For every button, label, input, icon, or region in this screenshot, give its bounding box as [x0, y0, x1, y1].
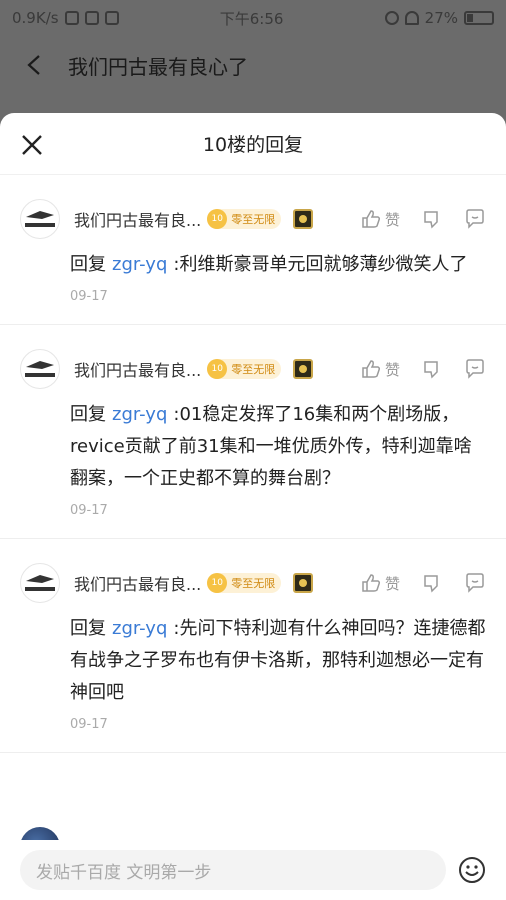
- reply-header: 我们円古最有良... 10 零至无限 赞: [20, 349, 486, 389]
- reply-actions: 赞: [361, 209, 486, 230]
- reply-input-bar: 发贴千百度 文明第一步: [0, 840, 506, 900]
- reply-date: 09-17: [70, 503, 108, 518]
- badge-level: 10: [207, 359, 228, 379]
- comment-icon[interactable]: [464, 209, 486, 229]
- reply-to-user[interactable]: zgr-yq: [112, 404, 167, 425]
- reply-prefix: 回复: [70, 404, 106, 425]
- medal-icon: [293, 359, 314, 379]
- like-label: 赞: [384, 210, 400, 229]
- medal-icon: [293, 209, 314, 229]
- badge-level: 10: [207, 573, 228, 593]
- tsuburaya-logo-icon: [25, 211, 55, 227]
- app-icon: [104, 11, 119, 25]
- level-badge: 10 零至无限: [207, 359, 282, 379]
- status-left: 0.9K/s: [12, 9, 119, 27]
- like-button[interactable]: 赞: [361, 573, 400, 594]
- badge-text: 零至无限: [231, 213, 276, 226]
- background-page-header: 我们円古最有良心了: [0, 36, 506, 94]
- reply-actions: 赞: [361, 359, 486, 380]
- reply-date: 09-17: [70, 717, 108, 732]
- badge-text: 零至无限: [231, 577, 276, 590]
- like-button[interactable]: 赞: [361, 359, 400, 380]
- level-badge: 10 零至无限: [207, 209, 282, 229]
- tsuburaya-logo-icon: [25, 575, 55, 591]
- reply-prefix: 回复: [70, 254, 106, 275]
- reply-actions: 赞: [361, 573, 486, 594]
- thumbs-up-icon: [362, 574, 381, 592]
- reply-item: 我们円古最有良... 10 零至无限 赞: [0, 325, 506, 539]
- reply-prefix: 回复: [70, 618, 106, 639]
- avatar[interactable]: [20, 199, 60, 239]
- status-right: 27%: [384, 9, 494, 27]
- app-icon: [84, 11, 99, 25]
- alarm-icon: [384, 11, 399, 25]
- reply-header: 我们円古最有良... 10 零至无限 赞: [20, 199, 486, 239]
- like-button[interactable]: 赞: [361, 209, 400, 230]
- avatar[interactable]: [20, 349, 60, 389]
- emoji-icon[interactable]: [458, 856, 486, 884]
- wifi-icon: [404, 11, 419, 25]
- dislike-icon[interactable]: [422, 209, 442, 229]
- tsuburaya-logo-icon: [25, 361, 55, 377]
- username[interactable]: 我们円古最有良...: [74, 357, 201, 381]
- reply-content: 回复 zgr-yq :利维斯豪哥单元回就够薄纱微笑人了: [70, 249, 486, 281]
- dislike-icon[interactable]: [422, 573, 442, 593]
- close-icon[interactable]: [18, 131, 46, 159]
- username[interactable]: 我们円古最有良...: [74, 207, 201, 231]
- medal-icon: [293, 573, 314, 593]
- sheet-header: 10楼的回复: [0, 113, 506, 175]
- notification-icon: [64, 11, 79, 25]
- reply-input-placeholder: 发贴千百度 文明第一步: [36, 862, 212, 883]
- reply-content: 回复 zgr-yq:先问下特利迦有什么神回吗？连捷德都有战争之子罗布也有伊卡洛斯，…: [70, 613, 486, 709]
- comment-icon[interactable]: [464, 359, 486, 379]
- reply-text: :利维斯豪哥单元回就够薄纱微笑人了: [173, 254, 468, 275]
- sheet-title: 10楼的回复: [202, 134, 304, 156]
- reply-content: 回复 zgr-yq:01稳定发挥了16集和两个剧场版，revice贡献了前31集和…: [70, 399, 486, 495]
- reply-date: 09-17: [70, 289, 108, 304]
- username[interactable]: 我们円古最有良...: [74, 571, 201, 595]
- status-bar: 0.9K/s 下午6:56 27%: [0, 0, 506, 36]
- badge-level: 10: [207, 209, 228, 229]
- clock: 下午6:56: [219, 9, 284, 28]
- reply-to-user[interactable]: zgr-yq: [112, 618, 167, 639]
- level-badge: 10 零至无限: [207, 573, 282, 593]
- background-page-title: 我们円古最有良心了: [68, 54, 248, 79]
- back-arrow-icon[interactable]: [24, 54, 46, 76]
- comment-icon[interactable]: [464, 573, 486, 593]
- reply-input[interactable]: 发贴千百度 文明第一步: [20, 850, 446, 890]
- badge-text: 零至无限: [231, 363, 276, 376]
- thumbs-up-icon: [362, 360, 381, 378]
- battery-percent: 27%: [424, 9, 458, 27]
- reply-item: 我们円古最有良... 10 零至无限 赞: [0, 539, 506, 753]
- replies-sheet: 10楼的回复 我们円古最有良... 10 零至无限 赞 回复 zgr-yq:利…: [0, 113, 506, 900]
- avatar[interactable]: [20, 563, 60, 603]
- thumbs-up-icon: [362, 210, 381, 228]
- like-label: 赞: [384, 360, 400, 379]
- reply-to-user[interactable]: zgr-yq: [112, 254, 167, 275]
- reply-item: 我们円古最有良... 10 零至无限 赞: [0, 175, 506, 325]
- like-label: 赞: [384, 574, 400, 593]
- battery-icon: [464, 11, 494, 25]
- dislike-icon[interactable]: [422, 359, 442, 379]
- network-speed: 0.9K/s: [12, 9, 59, 27]
- reply-header: 我们円古最有良... 10 零至无限 赞: [20, 563, 486, 603]
